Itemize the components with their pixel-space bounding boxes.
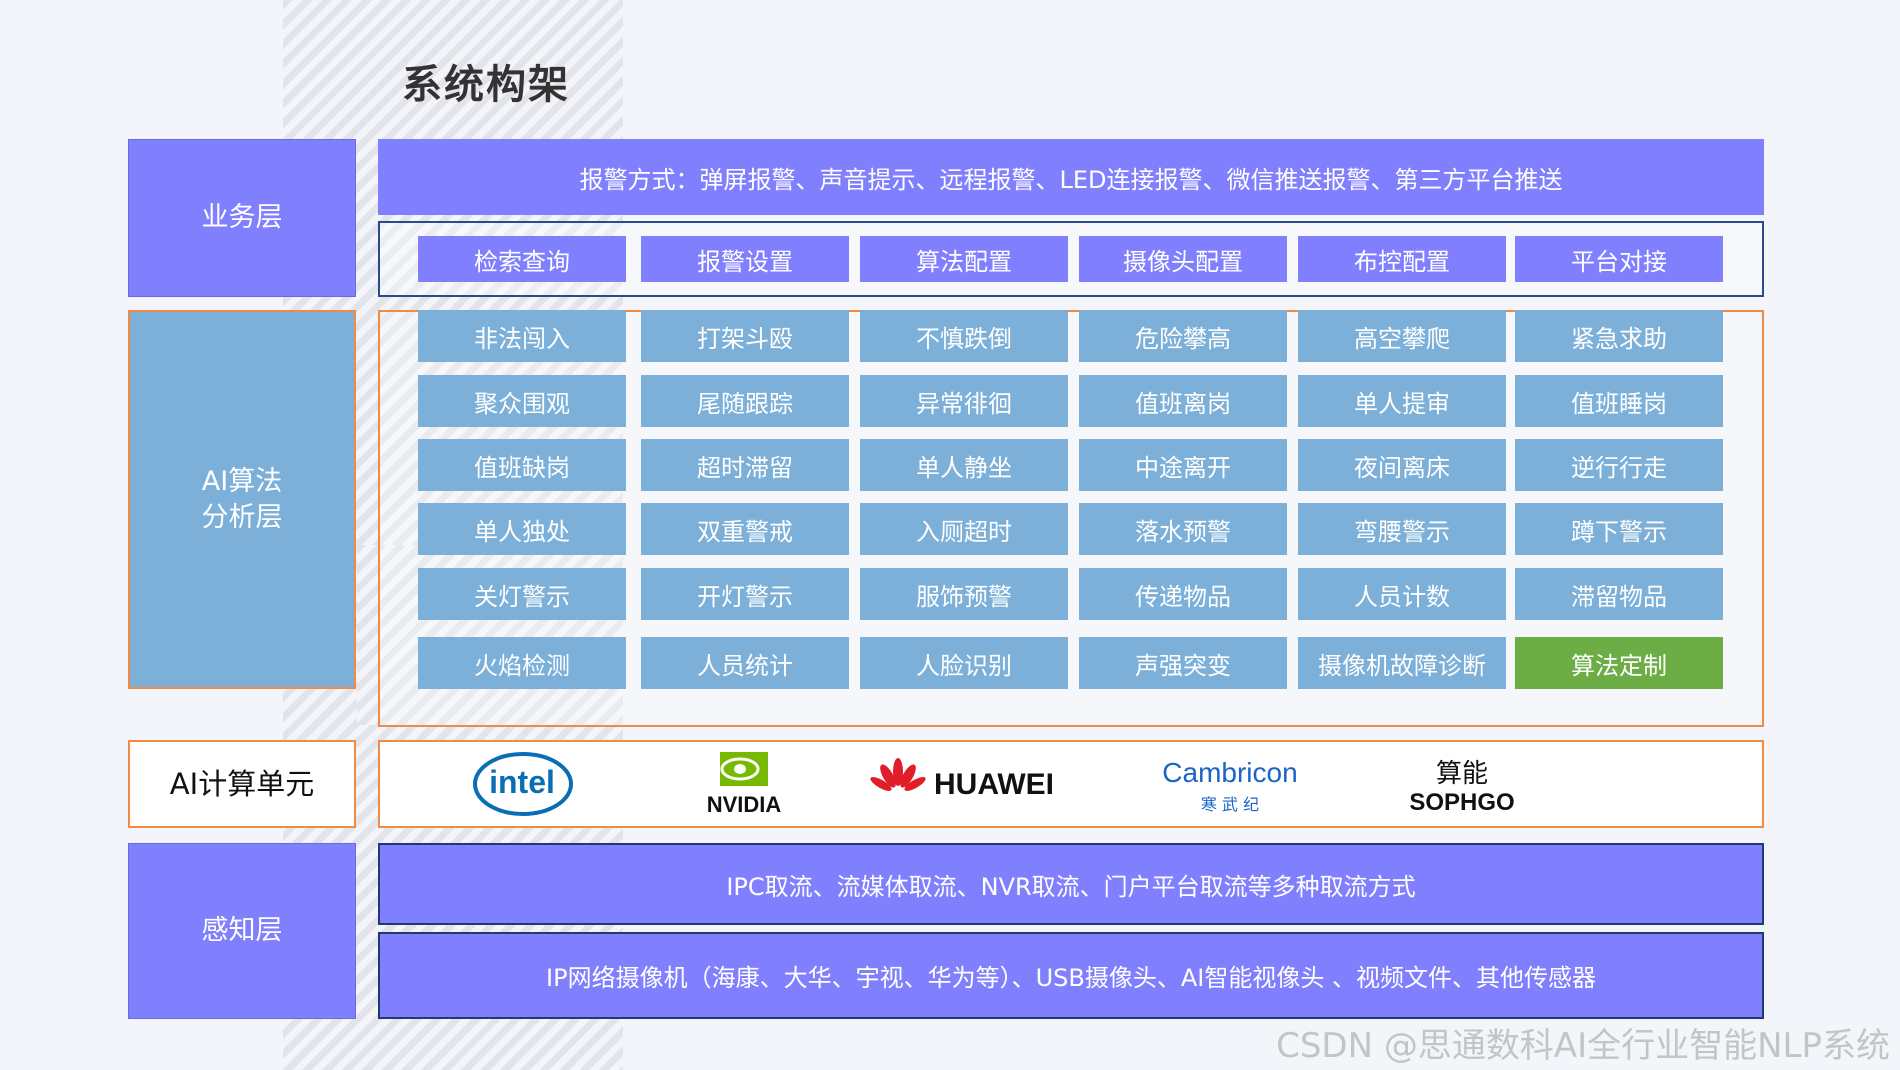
- svg-text:寒 武 纪: 寒 武 纪: [1201, 795, 1259, 814]
- algorithm-cell[interactable]: 单人静坐: [860, 439, 1068, 491]
- algorithm-cell[interactable]: 蹲下警示: [1515, 503, 1723, 555]
- algorithm-cell[interactable]: 火焰检测: [418, 637, 626, 689]
- algorithm-cell[interactable]: 中途离开: [1079, 439, 1287, 491]
- function-search[interactable]: 检索查询: [418, 236, 626, 282]
- svg-text:算能: 算能: [1436, 759, 1488, 789]
- algorithm-cell[interactable]: 传递物品: [1079, 568, 1287, 620]
- algorithm-cell[interactable]: 值班缺岗: [418, 439, 626, 491]
- nvidia-logo: NVIDIA: [690, 748, 800, 820]
- svg-text:HUAWEI: HUAWEI: [934, 768, 1054, 801]
- algorithm-cell[interactable]: 弯腰警示: [1298, 503, 1506, 555]
- algorithm-cell[interactable]: 夜间离床: [1298, 439, 1506, 491]
- alarm-methods-banner: 报警方式：弹屏报警、声音提示、远程报警、LED连接报警、微信推送报警、第三方平台…: [378, 139, 1764, 215]
- device-sources-banner: IP网络摄像机（海康、大华、宇视、华为等）、USB摄像头、AI智能视像头 、视频…: [378, 932, 1764, 1019]
- algorithm-cell[interactable]: 非法闯入: [418, 310, 626, 362]
- algorithm-cell[interactable]: 人员统计: [641, 637, 849, 689]
- algorithm-cell[interactable]: 值班睡岗: [1515, 375, 1723, 427]
- cambricon-logo: Cambricon 寒 武 纪: [1160, 748, 1300, 820]
- svg-text:intel: intel: [489, 764, 555, 800]
- svg-text:NVIDIA: NVIDIA: [707, 792, 782, 817]
- svg-text:Cambricon: Cambricon: [1162, 757, 1297, 788]
- page-title: 系统构架: [402, 62, 570, 108]
- algorithm-cell[interactable]: 开灯警示: [641, 568, 849, 620]
- algorithm-cell[interactable]: 打架斗殴: [641, 310, 849, 362]
- algorithm-cell[interactable]: 落水预警: [1079, 503, 1287, 555]
- layer-label-business: 业务层: [128, 139, 356, 297]
- algorithm-cell[interactable]: 滞留物品: [1515, 568, 1723, 620]
- algorithm-cell[interactable]: 入厕超时: [860, 503, 1068, 555]
- algorithm-cell[interactable]: 值班离岗: [1079, 375, 1287, 427]
- algorithm-cell[interactable]: 高空攀爬: [1298, 310, 1506, 362]
- layer-label-compute: AI计算单元: [128, 740, 356, 828]
- algorithm-cell[interactable]: 尾随跟踪: [641, 375, 849, 427]
- algorithm-cell[interactable]: 逆行行走: [1515, 439, 1723, 491]
- algorithm-cell[interactable]: 服饰预警: [860, 568, 1068, 620]
- algorithm-cell[interactable]: 异常徘徊: [860, 375, 1068, 427]
- algorithm-cell[interactable]: 不慎跌倒: [860, 310, 1068, 362]
- algorithm-cell[interactable]: 聚众围观: [418, 375, 626, 427]
- function-alarm-settings[interactable]: 报警设置: [641, 236, 849, 282]
- sophgo-logo: 算能 SOPHGO: [1400, 748, 1530, 820]
- algorithm-cell[interactable]: 单人提审: [1298, 375, 1506, 427]
- watermark: CSDN @思通数科AI全行业智能NLP系统: [1276, 1026, 1890, 1066]
- algorithm-cell[interactable]: 超时滞留: [641, 439, 849, 491]
- layer-label-perception: 感知层: [128, 843, 356, 1019]
- algorithm-cell-custom[interactable]: 算法定制: [1515, 637, 1723, 689]
- algorithm-cell[interactable]: 危险攀高: [1079, 310, 1287, 362]
- stream-sources-banner: IPC取流、流媒体取流、NVR取流、门户平台取流等多种取流方式: [378, 843, 1764, 925]
- algorithm-cell[interactable]: 摄像机故障诊断: [1298, 637, 1506, 689]
- function-deployment-config[interactable]: 布控配置: [1298, 236, 1506, 282]
- algorithm-cell[interactable]: 声强突变: [1079, 637, 1287, 689]
- layer-label-ai-line1: AI算法: [201, 465, 283, 497]
- svg-text:SOPHGO: SOPHGO: [1409, 789, 1514, 816]
- algorithm-cell[interactable]: 人脸识别: [860, 637, 1068, 689]
- function-camera-config[interactable]: 摄像头配置: [1079, 236, 1287, 282]
- algorithm-cell[interactable]: 双重警戒: [641, 503, 849, 555]
- intel-logo: intel: [468, 748, 578, 820]
- function-algorithm-config[interactable]: 算法配置: [860, 236, 1068, 282]
- layer-label-ai-line2: 分析层: [201, 501, 283, 533]
- algorithm-cell[interactable]: 人员计数: [1298, 568, 1506, 620]
- huawei-logo: HUAWEI: [866, 748, 1072, 820]
- algorithm-cell[interactable]: 单人独处: [418, 503, 626, 555]
- function-platform-integration[interactable]: 平台对接: [1515, 236, 1723, 282]
- algorithm-cell[interactable]: 关灯警示: [418, 568, 626, 620]
- layer-label-ai: AI算法 分析层: [128, 310, 356, 689]
- algorithm-cell[interactable]: 紧急求助: [1515, 310, 1723, 362]
